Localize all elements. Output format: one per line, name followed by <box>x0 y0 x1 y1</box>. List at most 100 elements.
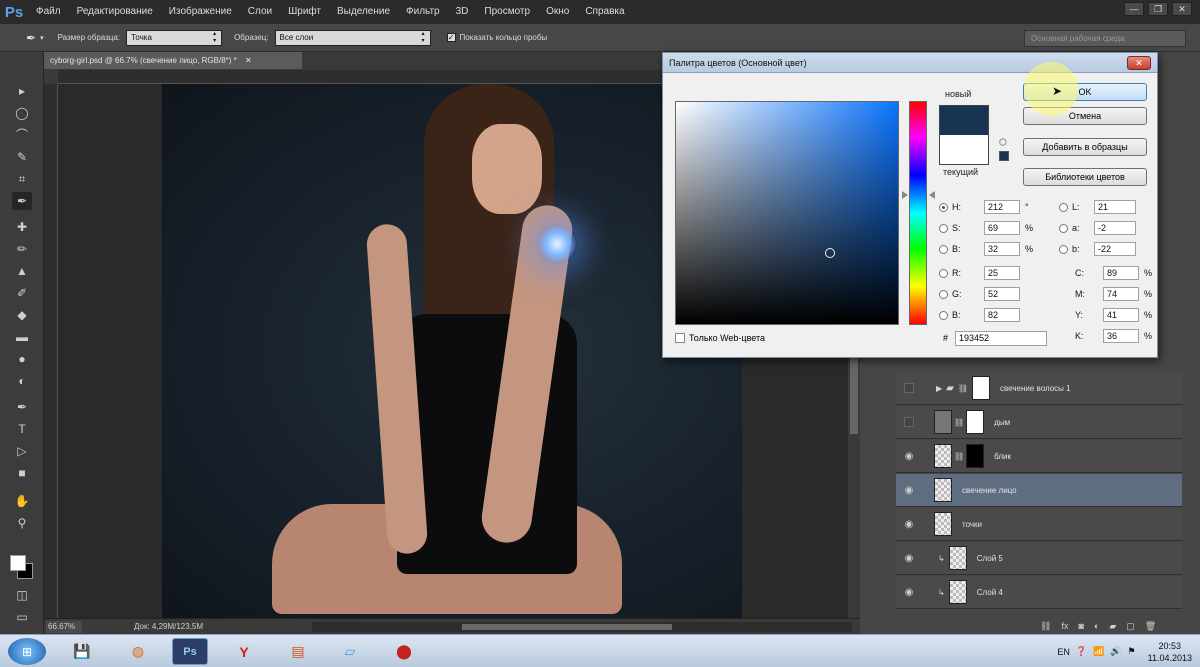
start-button-icon[interactable]: ⊞ <box>8 638 46 665</box>
menu-filter[interactable]: Фильтр <box>398 0 448 24</box>
green-radio[interactable] <box>939 289 948 299</box>
lab-b-radio[interactable] <box>1059 244 1068 254</box>
saturation-brightness-field[interactable] <box>675 101 899 325</box>
network-icon[interactable]: 📶 <box>1093 646 1104 657</box>
cyan-field[interactable]: 89 <box>1103 266 1139 280</box>
visibility-toggle[interactable] <box>904 383 914 393</box>
link-layers-icon[interactable]: ⛓ <box>1040 621 1051 632</box>
layer-mask-thumbnail[interactable] <box>966 410 985 434</box>
brightness-field[interactable]: 32 <box>984 242 1020 256</box>
blur-tool-icon[interactable]: ● <box>12 350 32 368</box>
dialog-close-button[interactable]: ✕ <box>1127 56 1151 70</box>
black-field[interactable]: 36 <box>1103 329 1139 343</box>
maximize-button[interactable]: ❐ <box>1148 2 1168 16</box>
record-app-icon[interactable]: ⬤ <box>386 638 422 665</box>
layer-thumbnail[interactable] <box>934 444 952 468</box>
language-indicator[interactable]: EN <box>1057 647 1070 657</box>
sample-size-select[interactable]: Точка <box>126 29 223 46</box>
sample-layers-select[interactable]: Все слои <box>274 29 431 46</box>
color-marker[interactable] <box>825 248 835 258</box>
stamp-tool-icon[interactable]: ▲ <box>12 262 32 280</box>
workspace-select[interactable]: Основная рабочая среда <box>1024 30 1186 47</box>
volume-icon[interactable]: 🔊 <box>1110 646 1121 657</box>
firefox-icon[interactable]: ◍ <box>120 638 156 665</box>
eyedropper-tool-icon[interactable]: ✒ <box>12 192 32 210</box>
layer-thumbnail[interactable] <box>934 478 952 502</box>
close-tab-icon[interactable]: ✕ <box>245 56 252 65</box>
web-colors-only-checkbox[interactable] <box>675 333 685 343</box>
yandex-browser-icon[interactable]: Y <box>226 638 262 665</box>
color-libraries-button[interactable]: Библиотеки цветов <box>1023 168 1147 186</box>
path-select-tool-icon[interactable]: ▷ <box>12 442 32 460</box>
expand-arrow-icon[interactable]: ▶ <box>936 384 942 393</box>
menu-help[interactable]: Справка <box>577 0 632 24</box>
current-color-swatch[interactable] <box>939 135 989 165</box>
lab-b-field[interactable]: -22 <box>1094 242 1136 256</box>
hue-slider[interactable] <box>909 101 927 325</box>
hue-field[interactable]: 212 <box>984 200 1020 214</box>
green-field[interactable]: 52 <box>984 287 1020 301</box>
minimize-button[interactable]: — <box>1124 2 1144 16</box>
menu-image[interactable]: Изображение <box>161 0 240 24</box>
menu-type[interactable]: Шрифт <box>280 0 329 24</box>
photoshop-taskbar-icon[interactable]: Ps <box>172 638 208 665</box>
red-radio[interactable] <box>939 268 948 278</box>
app-window-icon[interactable]: ▱ <box>332 638 368 665</box>
document-info[interactable]: Док: 4,29M/123,5M <box>134 622 203 631</box>
action-center-icon[interactable]: ⚑ <box>1128 646 1136 657</box>
eyedropper-icon[interactable]: ✒ <box>26 31 36 45</box>
close-button[interactable]: ✕ <box>1172 2 1192 16</box>
layer-thumbnail[interactable] <box>948 546 967 570</box>
layer-row[interactable]: ◉ ⛓ блик <box>896 440 1182 473</box>
menu-file[interactable]: Файл <box>28 0 69 24</box>
hue-slider-right-arrow-icon[interactable] <box>929 191 935 199</box>
adjustment-layer-icon[interactable]: ◐ <box>1094 621 1099 631</box>
document-tab[interactable]: cyborg-girl.psd @ 66.7% (свечение лицо, … <box>44 52 302 69</box>
type-tool-icon[interactable]: T <box>12 420 32 438</box>
eraser-tool-icon[interactable]: ◆ <box>12 306 32 324</box>
horizontal-scroll-thumb[interactable] <box>462 624 672 630</box>
layer-row[interactable]: ◉ ↳ Слой 5 <box>896 542 1182 575</box>
red-field[interactable]: 25 <box>984 266 1020 280</box>
gradient-tool-icon[interactable]: ▬ <box>12 328 32 346</box>
menu-select[interactable]: Выделение <box>329 0 398 24</box>
brush-tool-icon[interactable]: ✏ <box>12 240 32 258</box>
screen-mode-icon[interactable]: ▭ <box>12 608 32 626</box>
new-layer-icon[interactable]: ▢ <box>1126 621 1135 632</box>
quick-mask-icon[interactable]: ◫ <box>12 586 32 604</box>
menu-layers[interactable]: Слои <box>240 0 280 24</box>
yellow-field[interactable]: 41 <box>1103 308 1139 322</box>
shape-tool-icon[interactable]: ■ <box>12 464 32 482</box>
hue-radio[interactable] <box>939 202 948 212</box>
healing-tool-icon[interactable]: ✚ <box>12 218 32 236</box>
eye-icon[interactable]: ◉ <box>896 587 922 598</box>
zoom-tool-icon[interactable]: ⚲ <box>12 514 32 532</box>
vertical-scroll-thumb[interactable] <box>850 354 858 434</box>
visibility-toggle[interactable] <box>904 417 914 427</box>
powerpoint-icon[interactable]: ▤ <box>280 638 316 665</box>
lab-a-radio[interactable] <box>1059 223 1068 233</box>
layer-row[interactable]: ▶ ▰ ⛓ свечение волосы 1 <box>896 372 1182 405</box>
saturation-field[interactable]: 69 <box>984 221 1020 235</box>
hand-tool-icon[interactable]: ✋ <box>12 492 32 510</box>
history-brush-icon[interactable]: ✐ <box>12 284 32 302</box>
layer-mask-thumbnail[interactable] <box>966 444 985 468</box>
help-icon[interactable]: ❓ <box>1076 646 1087 657</box>
layer-row[interactable]: ◉ ↳ Слой 4 <box>896 576 1182 609</box>
saturation-radio[interactable] <box>939 223 948 233</box>
lasso-tool-icon[interactable]: ⌒ <box>12 126 32 144</box>
new-group-icon[interactable]: ▰ <box>1109 621 1116 632</box>
magenta-field[interactable]: 74 <box>1103 287 1139 301</box>
hex-field[interactable]: 193452 <box>955 331 1047 346</box>
menu-edit[interactable]: Редактирование <box>69 0 161 24</box>
eye-icon[interactable]: ◉ <box>896 553 922 564</box>
eye-icon[interactable]: ◉ <box>896 451 922 462</box>
layer-row-selected[interactable]: ◉ свечение лицо <box>896 474 1182 507</box>
horizontal-scrollbar[interactable] <box>312 622 852 632</box>
websafe-color-swatch[interactable] <box>999 151 1009 161</box>
brightness-radio[interactable] <box>939 244 948 254</box>
layer-mask-thumbnail[interactable] <box>972 376 991 400</box>
show-ring-checkbox[interactable]: ✓ <box>446 33 456 42</box>
blue-radio[interactable] <box>939 310 948 320</box>
menu-view[interactable]: Просмотр <box>476 0 538 24</box>
